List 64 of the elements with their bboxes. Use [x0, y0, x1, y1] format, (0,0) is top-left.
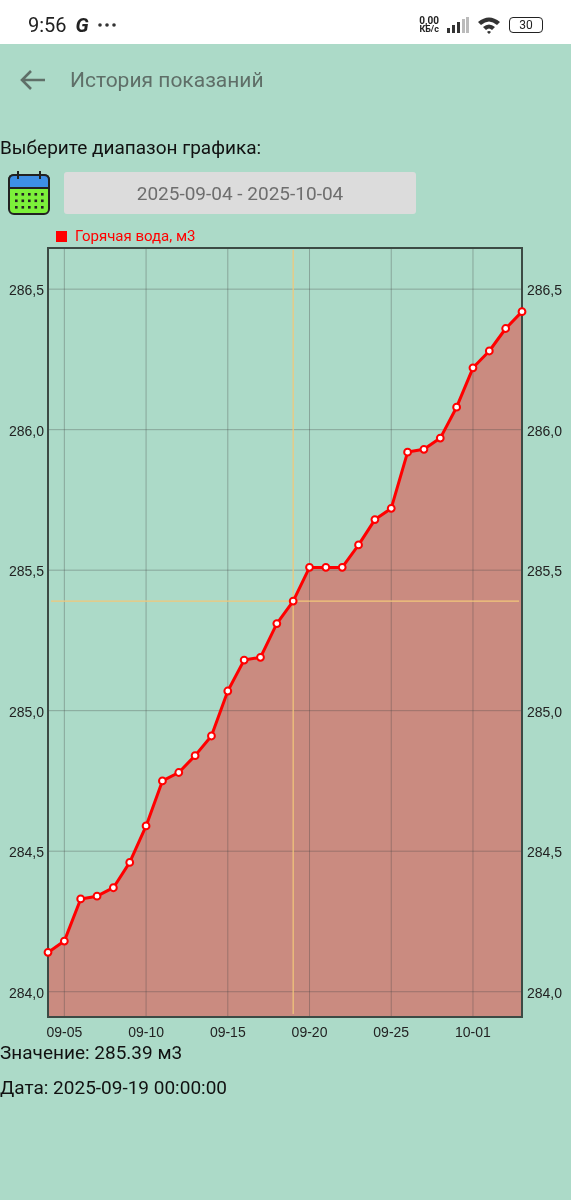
data-point — [239, 655, 249, 665]
date-range-field[interactable]: 2025-09-04 - 2025-10-04 — [64, 172, 416, 214]
battery-level: 30 — [519, 18, 533, 32]
y-axis-label: 286,0 — [527, 422, 563, 439]
y-axis-label: 284,0 — [527, 984, 563, 1001]
data-point — [468, 363, 478, 373]
data-point — [435, 433, 445, 443]
signal-icon — [447, 17, 469, 33]
data-point — [501, 324, 511, 333]
data-point — [517, 307, 527, 317]
legend-label: Горячая вода, м3 — [75, 227, 196, 245]
data-point — [76, 894, 86, 904]
selection-info: Значение: 285.39 м3 — [0, 1041, 184, 1064]
x-axis-label: 09-15 — [209, 1024, 246, 1040]
y-axis-label: 286,5 — [527, 282, 563, 299]
x-axis-label: 09-10 — [128, 1024, 164, 1040]
data-point — [125, 858, 135, 867]
data-point — [59, 936, 69, 946]
speed-unit: КБ/с — [419, 25, 439, 34]
data-point — [207, 731, 216, 741]
y-axis-label: 285,5 — [527, 563, 563, 580]
y-axis-label: 284,5 — [527, 844, 563, 861]
data-point — [337, 562, 347, 572]
data-point — [370, 515, 380, 524]
data-point — [305, 562, 314, 572]
data-point — [403, 447, 412, 457]
calendar-icon — [8, 171, 50, 215]
data-point — [109, 883, 118, 893]
x-axis-label: 09-25 — [373, 1024, 410, 1040]
data-point — [43, 947, 53, 957]
data-point — [92, 891, 102, 901]
selection-info: Дата: 2025-09-19 00:00:00 — [0, 1076, 229, 1099]
data-point — [190, 751, 200, 761]
data-point — [256, 652, 265, 662]
clock-time: 9:56 — [28, 13, 67, 37]
app-glyph: G — [75, 13, 89, 37]
y-axis-label: 286,5 — [8, 282, 44, 299]
data-point — [141, 821, 151, 831]
data-point — [272, 619, 282, 628]
data-point — [354, 540, 363, 550]
data-point — [158, 776, 167, 786]
y-axis-label: 286,0 — [8, 422, 44, 439]
speed-value: 0,00 — [419, 16, 439, 25]
data-point — [223, 686, 233, 696]
y-axis-label: 285,0 — [527, 703, 563, 720]
x-axis-label: 09-05 — [46, 1024, 83, 1040]
y-axis-label: 285,0 — [8, 703, 44, 720]
wifi-icon — [477, 16, 501, 34]
data-point — [419, 444, 429, 454]
x-axis-label: 09-20 — [291, 1024, 328, 1040]
data-point — [484, 346, 494, 356]
more-icon — [97, 23, 116, 27]
data-point — [321, 562, 331, 572]
data-point — [174, 768, 184, 777]
x-axis-label: 10-01 — [455, 1024, 491, 1040]
data-point — [288, 596, 298, 606]
data-point — [386, 503, 396, 513]
y-axis-label: 284,0 — [8, 984, 44, 1001]
screen-title: История показаний — [70, 68, 264, 92]
y-axis-label: 284,5 — [8, 844, 44, 861]
range-label: Выберите диапазон графика: — [0, 135, 263, 159]
data-point — [452, 402, 461, 412]
y-axis-label: 285,5 — [8, 563, 44, 580]
back-arrow-icon — [20, 70, 46, 90]
